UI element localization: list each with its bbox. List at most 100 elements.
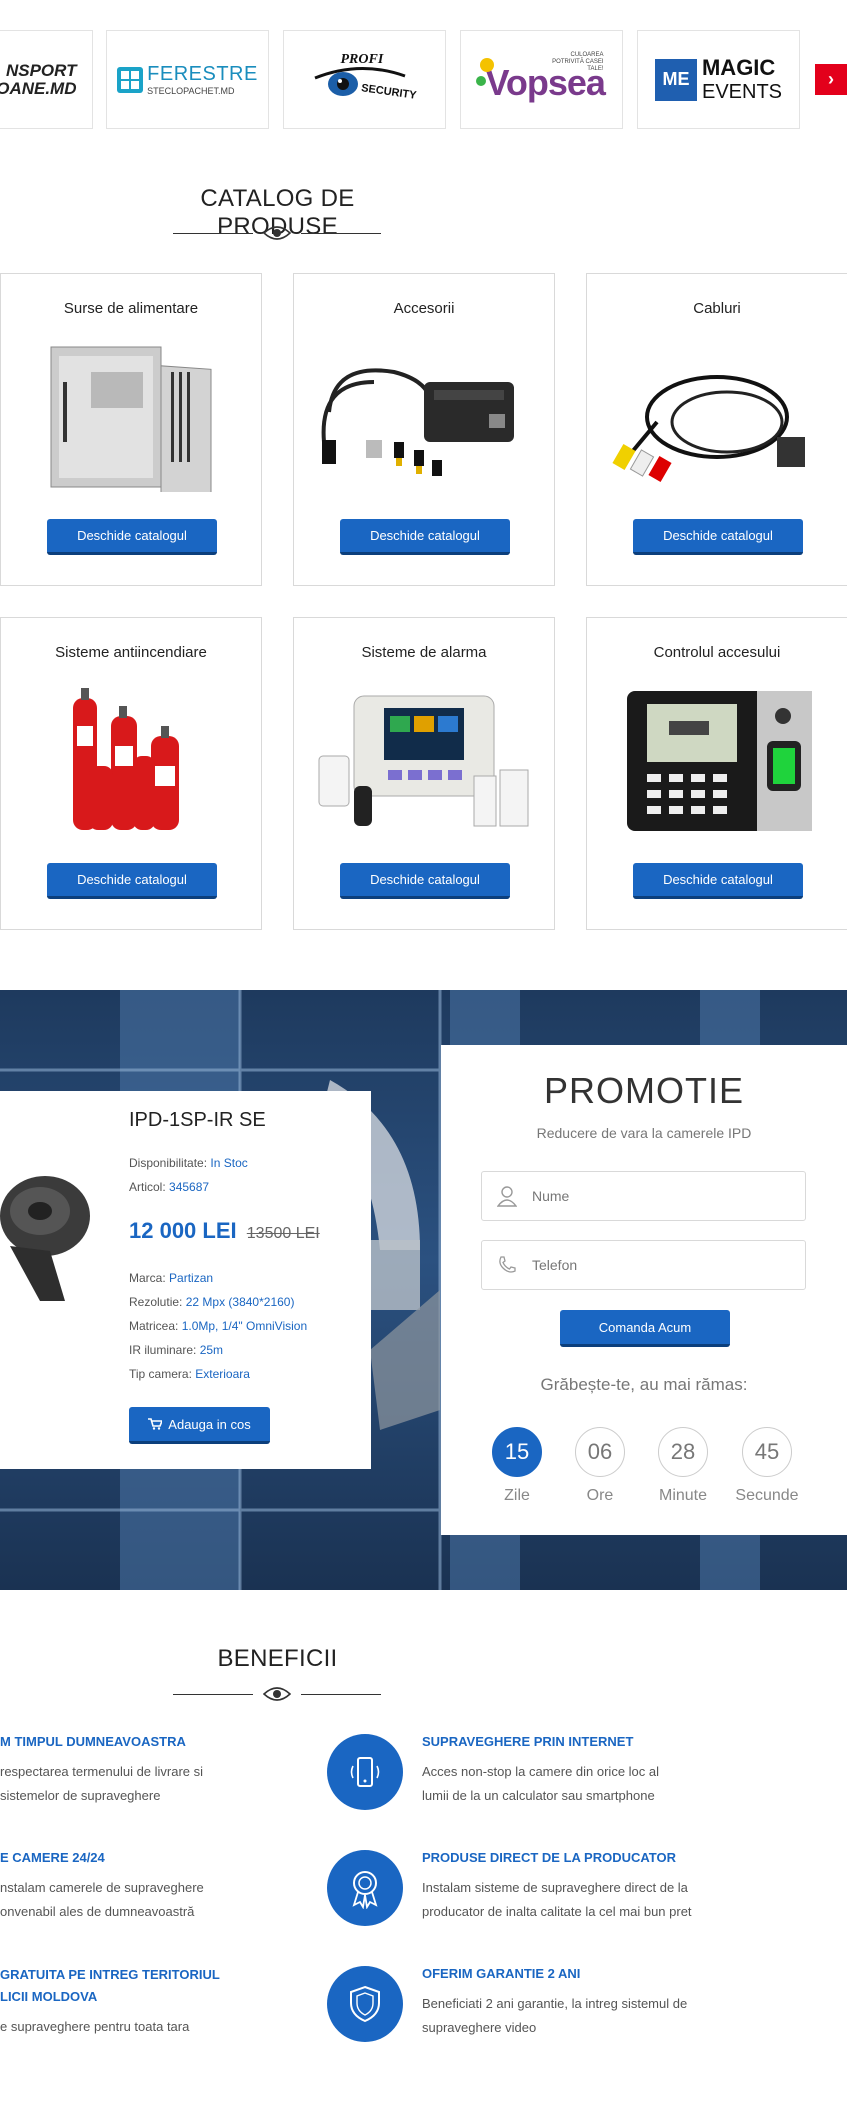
phone-field[interactable] bbox=[481, 1240, 806, 1290]
benefit-text: sistemelor de supraveghere bbox=[0, 1788, 161, 1803]
spec-label: IR iluminare: bbox=[129, 1343, 197, 1357]
benefit-text: Beneficiati 2 ani garantie, la intreg si… bbox=[422, 1996, 688, 2011]
partner-logo-transport[interactable]: NSPORT OANE.MD bbox=[0, 30, 93, 129]
benefits-title: BENEFICII bbox=[217, 1645, 338, 1672]
benefit-text: Instalam sisteme de supraveghere direct … bbox=[422, 1880, 688, 1895]
countdown-hours: 06 Ore bbox=[574, 1427, 626, 1505]
spec-label: Rezolutie: bbox=[129, 1295, 183, 1309]
benefit-text: e supraveghere pentru toata tara bbox=[0, 2019, 190, 2034]
availability-row: Disponibilitate: In Stoc bbox=[129, 1156, 248, 1170]
partner-logo-mark: ME bbox=[654, 58, 697, 101]
carousel-next-button[interactable]: › bbox=[815, 64, 847, 95]
catalog-card[interactable]: Accesorii Deschide catalogul bbox=[293, 273, 555, 586]
product-title: IPD-1SP-IR SE bbox=[129, 1109, 266, 1131]
benefit-title: M TIMPUL DUMNEAVOASTRA bbox=[0, 1734, 186, 1749]
availability-value: In Stoc bbox=[210, 1156, 248, 1170]
article-label: Articol: bbox=[129, 1180, 166, 1194]
benefit-title: SUPRAVEGHERE PRIN INTERNET bbox=[422, 1734, 634, 1749]
paint-splash-icon bbox=[479, 57, 494, 72]
shield-icon bbox=[327, 1966, 403, 2042]
promo-subtitle: Reducere de vara la camerele IPD bbox=[536, 1125, 752, 1141]
order-now-button[interactable]: Comanda Acum bbox=[560, 1310, 730, 1347]
access-control-terminal-image bbox=[627, 691, 812, 831]
partner-logo-line: OANE.MD bbox=[0, 78, 77, 98]
availability-label: Disponibilitate: bbox=[129, 1156, 208, 1170]
poe-injector-image bbox=[321, 368, 514, 476]
page: { "partners": [ {"line1": "NSPORT", "lin… bbox=[0, 0, 847, 2101]
catalog-card-name: Sisteme de alarma bbox=[361, 644, 487, 661]
spec-value: 1.0Mp, 1/4" OmniVision bbox=[181, 1319, 308, 1333]
spec-value: 22 Mpx (3840*2160) bbox=[185, 1295, 295, 1309]
countdown-seconds: 45 Secunde bbox=[735, 1427, 799, 1505]
promo-title: PROMOTIE bbox=[543, 1070, 744, 1111]
partner-logo-ferestre[interactable]: FERESTRE STECLOPACHET.MD bbox=[106, 30, 269, 129]
countdown-value: 28 bbox=[658, 1427, 708, 1477]
spec-row: IR iluminare: 25m bbox=[129, 1343, 223, 1357]
spec-label: Tip camera: bbox=[129, 1367, 192, 1381]
countdown-label: Minute bbox=[658, 1487, 708, 1504]
partner-logo-profi-security[interactable]: PROFI SECURITY bbox=[283, 30, 446, 129]
spec-value: Exterioara bbox=[195, 1367, 250, 1381]
benefit-title: OFERIM GARANTIE 2 ANI bbox=[422, 1966, 581, 1981]
spec-row: Tip camera: Exterioara bbox=[129, 1367, 250, 1381]
countdown-label: Ore bbox=[586, 1487, 614, 1504]
product-price: 12 000 LEI bbox=[129, 1218, 237, 1243]
countdown-label: Secunde bbox=[735, 1487, 799, 1504]
countdown-label: Zile bbox=[504, 1487, 530, 1504]
open-catalog-button[interactable]: Deschide catalogul bbox=[340, 863, 510, 899]
spec-row: Rezolutie: 22 Mpx (3840*2160) bbox=[129, 1295, 294, 1309]
catalog-card-name: Accesorii bbox=[393, 300, 455, 317]
award-badge-icon bbox=[327, 1850, 403, 1926]
partner-logo-line: NSPORT bbox=[5, 60, 77, 80]
catalog-card[interactable]: Sisteme de alarma Deschide catalogul bbox=[293, 617, 555, 930]
catalog-card-name: Controlul accesului bbox=[653, 644, 781, 661]
catalog-card-name: Sisteme antiincendiare bbox=[55, 644, 207, 661]
add-to-cart-label: Adauga in cos bbox=[168, 1416, 251, 1432]
catalog-card-name: Cabluri bbox=[693, 300, 741, 317]
catalog-card[interactable]: Controlul accesului Deschide catalogul bbox=[586, 617, 847, 930]
partner-logo-line: MAGIC bbox=[701, 55, 776, 80]
promo-form: PROMOTIE Reducere de vara la camerele IP… bbox=[441, 1045, 847, 1535]
name-input[interactable] bbox=[532, 1188, 792, 1204]
benefit-title: GRATUITA PE INTREG TERITORIUL bbox=[0, 1967, 220, 1982]
benefit-title: E CAMERE 24/24 bbox=[0, 1850, 105, 1865]
open-catalog-button[interactable]: Deschide catalogul bbox=[633, 519, 803, 555]
benefit-text: producator de inalta calitate la cel mai… bbox=[422, 1904, 692, 1919]
fire-extinguishers-image bbox=[73, 688, 179, 830]
partner-logos-carousel: NSPORT OANE.MD FERESTRE STECLOPACHET.MD … bbox=[0, 30, 847, 130]
catalog-card[interactable]: Sisteme antiincendiare Deschide catalogu… bbox=[0, 617, 262, 930]
partner-logo-line: FERESTRE bbox=[147, 63, 258, 85]
spec-label: Marca: bbox=[129, 1271, 166, 1285]
phone-input[interactable] bbox=[532, 1257, 792, 1273]
open-catalog-button[interactable]: Deschide catalogul bbox=[340, 519, 510, 555]
cart-icon bbox=[148, 1418, 163, 1430]
product-card: IPD-1SP-IR SE Disponibilitate: In Stoc A… bbox=[0, 1091, 371, 1469]
eye-icon bbox=[263, 226, 291, 240]
add-to-cart-button[interactable]: Adauga in cos bbox=[129, 1407, 270, 1444]
benefit-text: nstalam camerele de supraveghere bbox=[0, 1880, 204, 1895]
countdown-value: 06 bbox=[575, 1427, 625, 1477]
partner-logo-magic-events[interactable]: ME MAGIC EVENTS bbox=[637, 30, 800, 129]
open-catalog-button[interactable]: Deschide catalogul bbox=[47, 519, 217, 555]
benefit-text: respectarea termenului de livrare si bbox=[0, 1764, 204, 1779]
alarm-system-image bbox=[318, 695, 529, 827]
chevron-right-icon: › bbox=[828, 69, 834, 89]
benefit-text: onvenabil ales de dumneavoastră bbox=[0, 1904, 195, 1919]
partner-logo-line: EVENTS bbox=[701, 81, 783, 103]
open-catalog-button[interactable]: Deschide catalogul bbox=[47, 863, 217, 899]
phone-icon bbox=[482, 1241, 532, 1289]
catalog-card[interactable]: Surse de alimentare Deschide catalogul bbox=[0, 273, 262, 586]
spec-label: Matricea: bbox=[129, 1319, 179, 1333]
countdown-heading: Grăbește-te, au mai rămas: bbox=[540, 1375, 748, 1394]
title-divider bbox=[173, 1686, 381, 1702]
catalog-card[interactable]: Cabluri Deschide catalogul bbox=[586, 273, 847, 586]
article-row: Articol: 345687 bbox=[129, 1180, 209, 1194]
open-catalog-button[interactable]: Deschide catalogul bbox=[633, 863, 803, 899]
countdown-minutes: 28 Minute bbox=[657, 1427, 709, 1505]
benefit-text: Acces non-stop la camere din orice loc a… bbox=[422, 1764, 660, 1779]
benefit-title: LICII MOLDOVA bbox=[0, 1989, 98, 2004]
name-field[interactable] bbox=[481, 1171, 806, 1221]
partner-logo-vopsea[interactable]: CULOAREA POTRIVITĂ CASEI TALE! Vopsea bbox=[460, 30, 623, 129]
benefit-title: PRODUSE DIRECT DE LA PRODUCATOR bbox=[422, 1850, 676, 1865]
spec-value: Partizan bbox=[169, 1271, 214, 1285]
